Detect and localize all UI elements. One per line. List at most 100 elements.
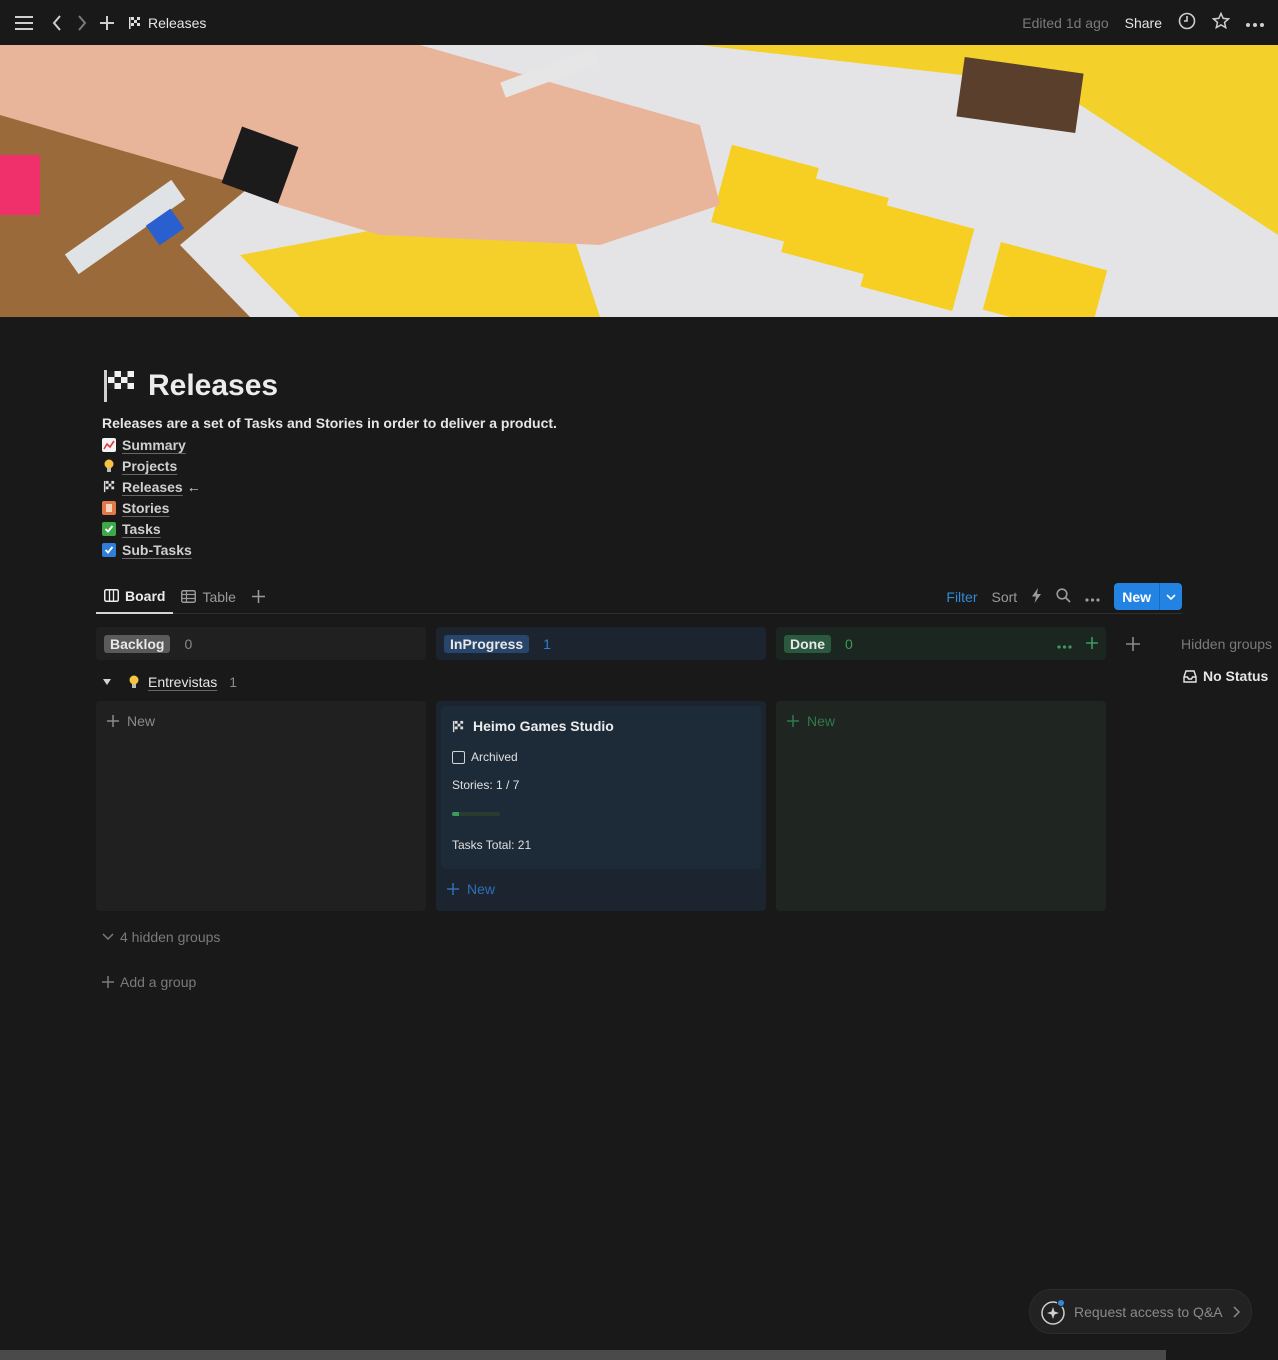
lightbulb-icon xyxy=(102,459,116,473)
sparkle-icon xyxy=(1041,1298,1065,1325)
chevron-down-icon[interactable] xyxy=(1159,583,1182,610)
breadcrumb-label: Releases xyxy=(148,14,207,31)
link-label: Sub-Tasks xyxy=(122,541,192,558)
chart-icon xyxy=(102,437,116,452)
new-card-button[interactable]: New xyxy=(787,713,835,729)
archived-label: Archived xyxy=(471,750,518,764)
card-title: Heimo Games Studio xyxy=(452,718,750,734)
plus-icon xyxy=(102,976,114,988)
column-count: 0 xyxy=(184,635,193,652)
card-tasks: Tasks Total: 21 xyxy=(452,838,532,852)
card-heimo-games-studio[interactable]: Heimo Games Studio Archived Stories: 1 /… xyxy=(441,706,761,869)
horizontal-scrollbar[interactable] xyxy=(0,1350,1166,1360)
status-badge: Backlog xyxy=(104,634,171,653)
view-bar: Board Table Filter Sort New xyxy=(96,580,1182,614)
new-card-button[interactable]: New xyxy=(107,713,155,729)
column-header-backlog[interactable]: Backlog 0 xyxy=(96,627,426,660)
no-status-group[interactable]: No Status xyxy=(1183,668,1268,684)
tab-table[interactable]: Table xyxy=(173,580,243,614)
link-label: Summary xyxy=(122,436,186,453)
add-group-text: Add a group xyxy=(120,974,197,990)
forward-icon[interactable] xyxy=(72,13,92,33)
hidden-groups-label: Hidden groups xyxy=(1181,636,1273,652)
checkbox-icon xyxy=(102,521,116,536)
chevron-down-icon xyxy=(102,933,114,941)
flag-icon xyxy=(102,480,116,494)
share-button[interactable]: Share xyxy=(1125,15,1162,31)
current-arrow: ← xyxy=(186,478,201,495)
history-icon[interactable] xyxy=(1178,12,1196,33)
flag-icon xyxy=(452,720,464,732)
filter-button[interactable]: Filter xyxy=(946,589,977,605)
qa-request-button[interactable]: Request access to Q&A xyxy=(1029,1289,1252,1334)
status-badge: Done xyxy=(784,634,831,653)
tab-label: Table xyxy=(202,588,236,605)
new-label: New xyxy=(467,881,496,897)
link-sub-tasks[interactable]: Sub-Tasks xyxy=(102,539,201,560)
link-label: Stories xyxy=(122,499,170,516)
triangle-down-icon[interactable] xyxy=(102,678,112,686)
no-status-label: No Status xyxy=(1203,668,1269,684)
add-view-icon[interactable] xyxy=(244,580,273,614)
add-column-icon[interactable] xyxy=(1126,637,1140,654)
inbox-icon xyxy=(1183,669,1197,683)
link-summary[interactable]: Summary xyxy=(102,434,201,455)
page-description: Releases are a set of Tasks and Stories … xyxy=(102,415,557,431)
hidden-groups-toggle[interactable]: 4 hidden groups xyxy=(102,929,220,945)
stories-progress-bar xyxy=(452,812,500,816)
page-title[interactable]: Releases xyxy=(148,369,278,403)
group-entrevistas[interactable]: Entrevistas 1 xyxy=(102,674,237,690)
back-icon[interactable] xyxy=(47,13,67,33)
edited-status: Edited 1d ago xyxy=(1022,14,1109,31)
tab-label: Board xyxy=(125,587,166,604)
star-icon[interactable] xyxy=(1211,11,1231,33)
column-add-icon[interactable] xyxy=(1086,636,1098,652)
new-button-label: New xyxy=(1122,588,1151,605)
menu-icon[interactable] xyxy=(14,13,34,33)
link-releases[interactable]: Releases ← xyxy=(102,476,201,497)
breadcrumb[interactable]: Releases xyxy=(128,15,206,31)
search-icon[interactable] xyxy=(1056,587,1071,606)
link-projects[interactable]: Projects xyxy=(102,455,201,476)
automation-icon[interactable] xyxy=(1031,587,1042,606)
more-options-icon[interactable] xyxy=(1085,589,1100,605)
flag-icon xyxy=(129,16,140,29)
column-header-done[interactable]: Done 0 xyxy=(776,627,1106,660)
column-more-icon[interactable] xyxy=(1057,636,1072,652)
card-stories: Stories: 1 / 7 xyxy=(452,778,520,792)
add-group-button[interactable]: Add a group xyxy=(102,974,196,990)
new-label: New xyxy=(807,713,836,729)
link-stories[interactable]: Stories xyxy=(102,497,201,518)
link-label: Projects xyxy=(122,457,178,474)
more-icon[interactable] xyxy=(1246,15,1264,31)
new-button[interactable]: New xyxy=(1114,583,1182,610)
plus-icon xyxy=(107,715,119,727)
progress-fill xyxy=(452,812,459,816)
book-icon xyxy=(102,500,116,515)
link-label: Releases xyxy=(122,478,183,495)
card-archived: Archived xyxy=(452,750,750,764)
group-count: 1 xyxy=(229,674,238,690)
new-card-button[interactable]: New xyxy=(447,881,495,897)
tab-board[interactable]: Board xyxy=(96,580,174,614)
status-badge: InProgress xyxy=(444,634,530,653)
sort-button[interactable]: Sort xyxy=(992,589,1018,605)
archived-checkbox[interactable] xyxy=(452,750,465,764)
column-body-done xyxy=(776,701,1106,911)
chevron-right-icon xyxy=(1233,1305,1241,1318)
group-label: Entrevistas xyxy=(148,674,218,690)
column-count: 0 xyxy=(845,635,853,652)
add-icon[interactable] xyxy=(97,13,117,33)
table-icon xyxy=(181,590,197,603)
checkbox-blue-icon xyxy=(102,542,116,557)
cover-image[interactable] xyxy=(0,45,1278,317)
page-header: Releases xyxy=(102,368,278,404)
flag-icon xyxy=(104,370,134,402)
link-tasks[interactable]: Tasks xyxy=(102,518,201,539)
column-header-inprogress[interactable]: InProgress 1 xyxy=(436,627,766,660)
lightbulb-icon xyxy=(129,675,139,688)
link-label: Tasks xyxy=(122,520,161,537)
qa-label: Request access to Q&A xyxy=(1074,1303,1223,1320)
plus-icon xyxy=(787,715,799,727)
plus-icon xyxy=(447,883,459,895)
